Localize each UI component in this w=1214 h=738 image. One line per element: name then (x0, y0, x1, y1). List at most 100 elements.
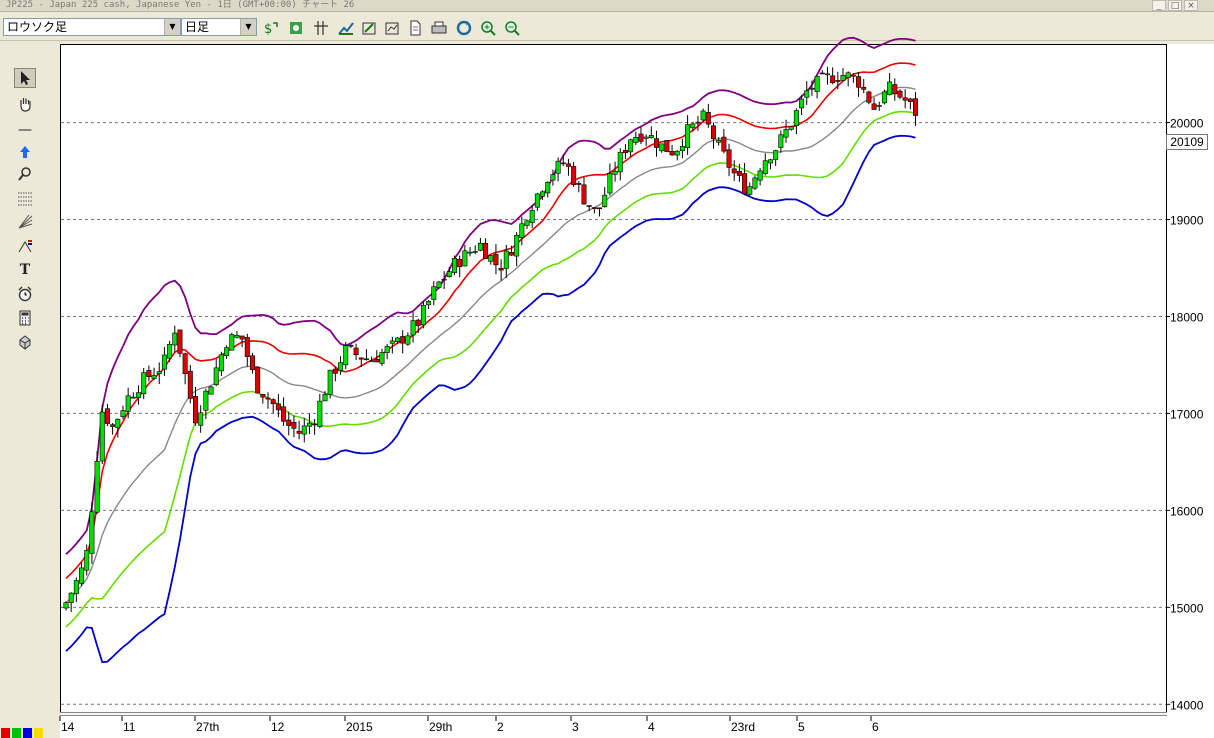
print-button[interactable] (430, 19, 448, 37)
minimize-button[interactable]: _ (1152, 0, 1166, 11)
color-swatch[interactable] (12, 728, 21, 738)
candle-bearish (830, 75, 836, 84)
candle-bearish (363, 358, 369, 361)
text-icon: T (19, 262, 31, 278)
candle-bullish (395, 337, 401, 342)
chevron-down-icon[interactable]: ▼ (164, 19, 180, 35)
chart-type-select[interactable]: ロウソク足 ▼ (3, 18, 181, 36)
candle-bearish (312, 423, 318, 426)
candle-bullish (301, 425, 307, 435)
color-swatch[interactable] (1, 728, 10, 738)
x-tick-label: 12 (271, 720, 285, 734)
candle-bullish (519, 223, 525, 239)
candle-bullish (524, 220, 530, 226)
candle-bullish (617, 151, 623, 173)
edit-button[interactable] (360, 19, 378, 37)
candle-bullish (633, 136, 639, 143)
candle-bearish (871, 103, 877, 110)
candle-bearish (193, 396, 199, 424)
fibonacci-tool[interactable] (14, 188, 36, 208)
candle-bullish (628, 139, 634, 153)
magnifier-icon (18, 167, 31, 181)
fan-icon (18, 214, 33, 229)
candle-bullish (845, 72, 851, 78)
candle-bearish (415, 319, 421, 326)
candle-bullish (73, 580, 79, 594)
object-list-button[interactable] (287, 19, 305, 37)
candle-bearish (731, 168, 737, 174)
x-tick-label: 5 (798, 720, 805, 734)
candle-bullish (767, 159, 773, 164)
crosshair-button[interactable] (312, 19, 330, 37)
arrow-up-tool[interactable] (14, 142, 36, 162)
y-tick-label: 18000 (1170, 310, 1204, 324)
candle-bullish (213, 367, 219, 385)
candle-bearish (508, 251, 514, 256)
indicator-add-button[interactable]: $ (262, 19, 280, 37)
chevron-down-icon[interactable]: ▼ (240, 19, 256, 35)
zoom-in-icon (481, 21, 496, 36)
horizontal-scrollbar[interactable] (60, 712, 1167, 716)
candle-bullish (68, 592, 74, 603)
horizontal-line-tool[interactable]: — (14, 120, 36, 140)
hand-tool[interactable] (14, 94, 36, 114)
candle-bearish (483, 242, 489, 260)
candle-bullish (809, 87, 815, 90)
candle-bullish (89, 511, 95, 554)
candle-bearish (591, 207, 597, 209)
candle-bearish (560, 162, 566, 165)
cursor-tool[interactable] (14, 68, 36, 88)
color-swatch[interactable] (23, 728, 32, 738)
document-button[interactable] (406, 19, 424, 37)
timeframe-value: 日足 (185, 20, 210, 34)
timeframe-select[interactable]: 日足 ▼ (181, 18, 257, 36)
candle-bearish (400, 336, 406, 344)
indicator-add-icon: $ (264, 22, 278, 36)
magnifier-tool[interactable] (14, 164, 36, 184)
candle-bearish (913, 98, 919, 116)
cursor-icon (21, 71, 30, 85)
candle-bearish (576, 183, 582, 185)
arrow-up-icon (20, 146, 30, 158)
candle-bullish (804, 90, 810, 98)
candle-bearish (897, 90, 903, 98)
refresh-button[interactable] (455, 19, 473, 37)
candle-bullish (420, 304, 426, 326)
candle-bearish (110, 424, 116, 427)
color-swatch[interactable] (34, 728, 43, 738)
x-tick-label: 27th (196, 720, 219, 734)
pitchfork-tool[interactable] (14, 236, 36, 256)
candle-bullish (405, 335, 411, 345)
candle-bearish (581, 184, 587, 205)
fibonacci-icon (18, 192, 32, 206)
x-tick-label: 4 (648, 720, 655, 734)
candle-bearish (861, 86, 867, 90)
zoom-out-button[interactable] (503, 19, 521, 37)
zoom-in-button[interactable] (479, 19, 497, 37)
period-button[interactable] (383, 19, 401, 37)
maximize-button[interactable]: □ (1168, 0, 1182, 11)
envelope-lower-line (65, 110, 916, 628)
candle-bullish (814, 75, 820, 92)
close-button[interactable]: × (1184, 0, 1198, 11)
candle-bullish (488, 255, 494, 262)
candle-bullish (446, 271, 452, 277)
calculator-icon (19, 310, 31, 326)
document-icon (410, 20, 421, 36)
candle-bearish (281, 406, 287, 422)
horizontal-line-icon: — (18, 122, 32, 138)
chart-settings-button[interactable] (337, 19, 355, 37)
alarm-tool[interactable] (14, 284, 36, 304)
candle-bullish (136, 392, 142, 399)
window-title: JP225 - Japan 225 cash, Japanese Yen - 1… (6, 0, 355, 10)
candle-bullish (79, 567, 85, 584)
fan-tool[interactable] (14, 212, 36, 232)
candle-bullish (467, 251, 473, 254)
crosshair-icon (314, 21, 328, 35)
text-tool[interactable]: T (14, 260, 36, 280)
candle-bearish (291, 421, 297, 429)
edit-icon (362, 22, 376, 35)
object-list-icon (290, 22, 302, 34)
calculator-tool[interactable] (14, 308, 36, 328)
shapes-tool[interactable] (14, 332, 36, 352)
